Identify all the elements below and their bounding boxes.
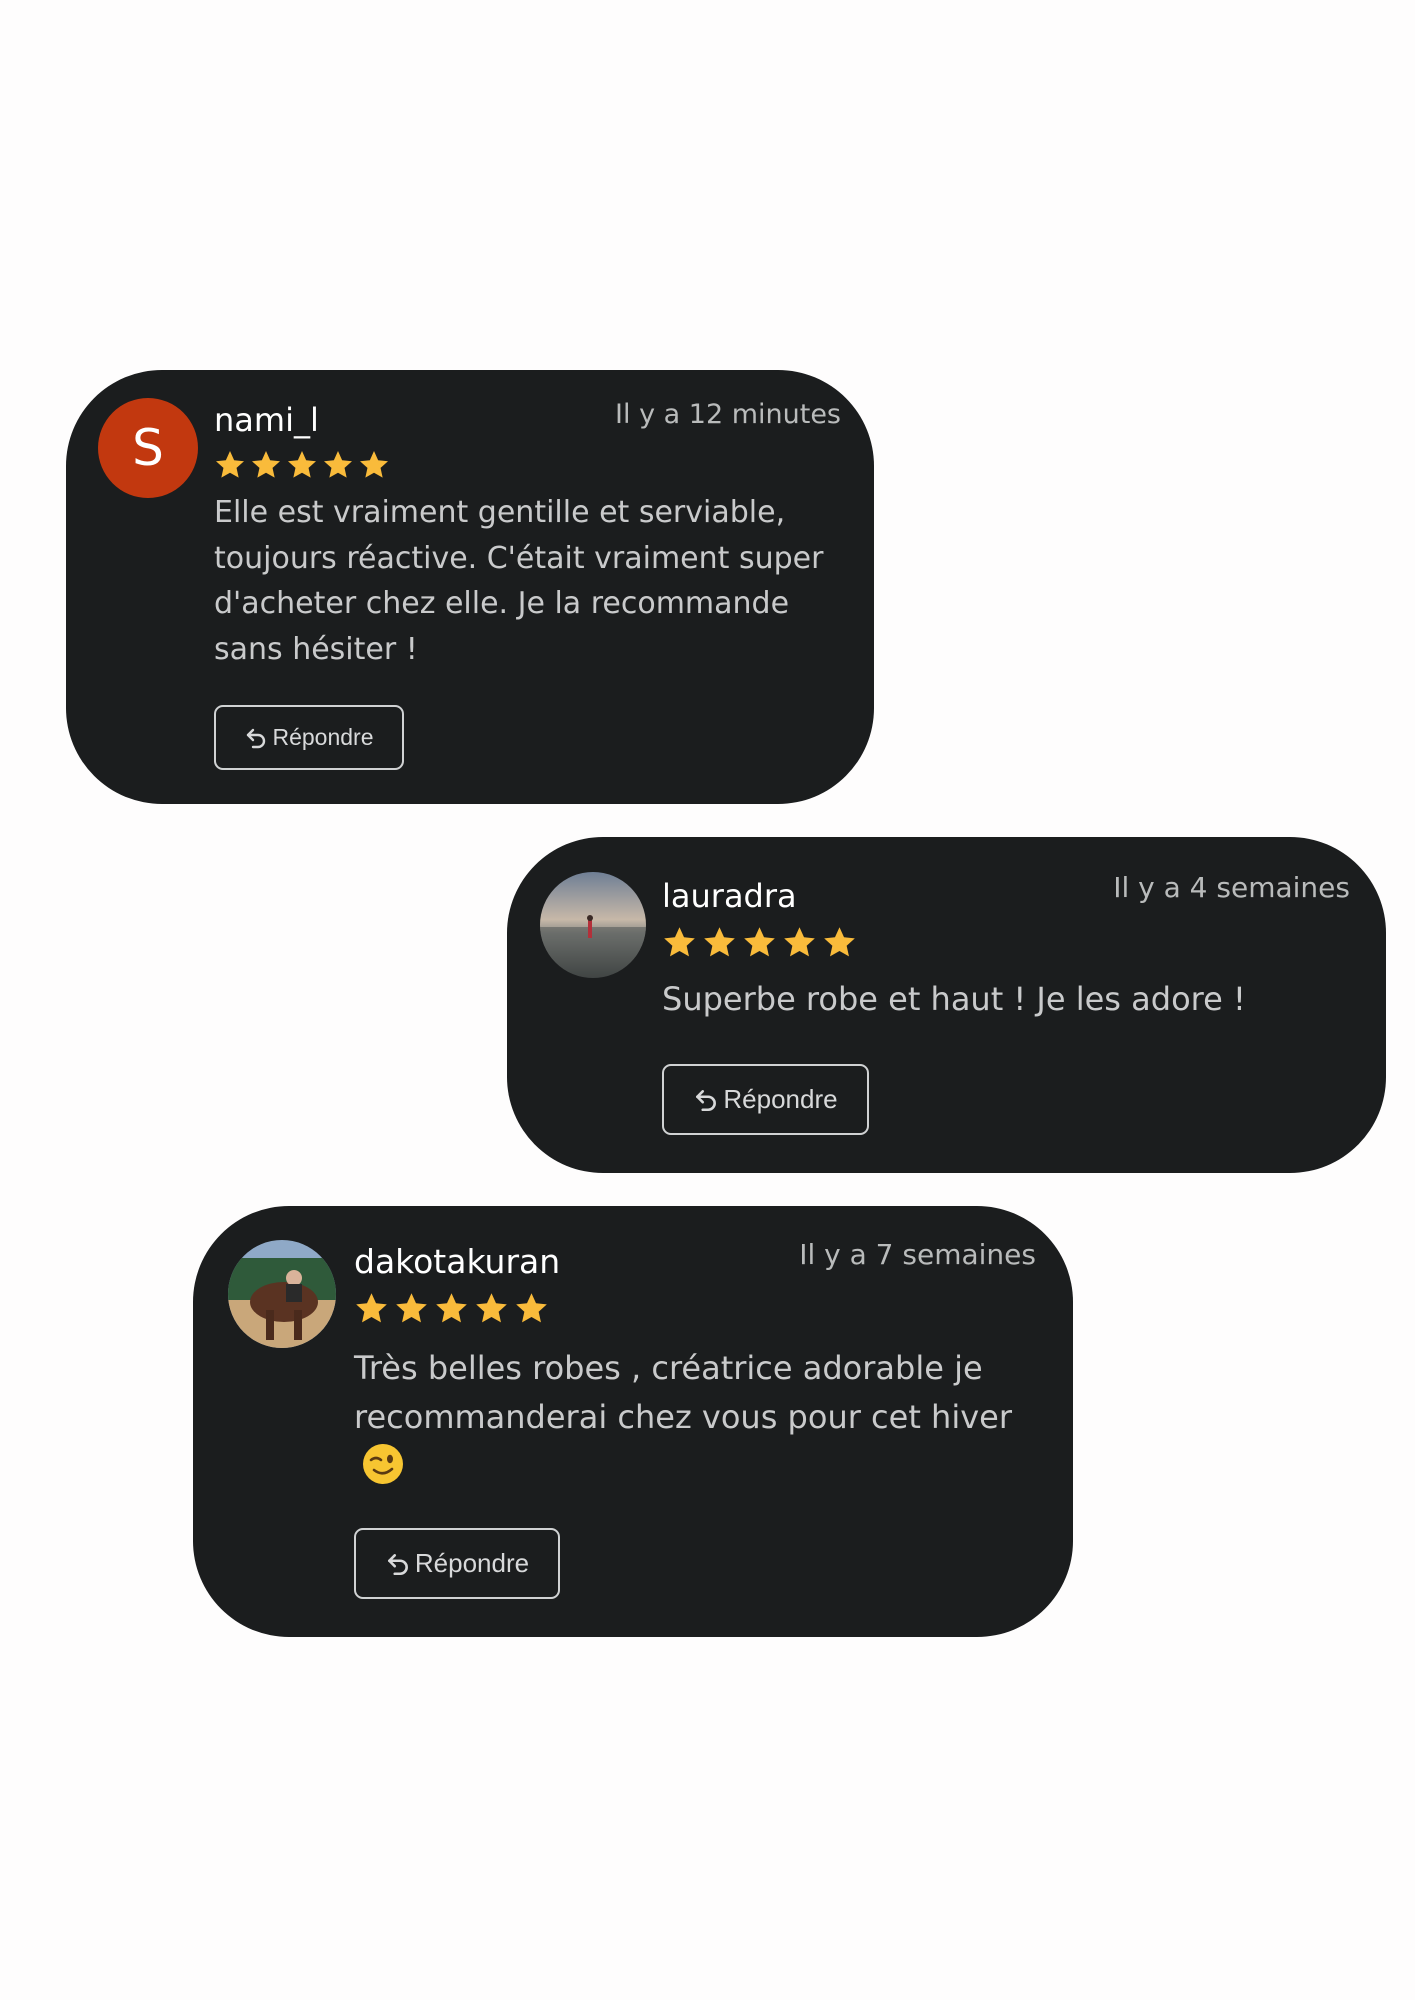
review-text: Très belles robes , créatrice adorable j… (354, 1344, 1024, 1491)
review-card: lauradra Il y a 4 semaines Superbe robe … (507, 837, 1386, 1173)
reply-arrow-icon (247, 728, 266, 748)
star-icon (396, 1293, 427, 1323)
reviewer-username[interactable]: dakotakuran (354, 1242, 560, 1282)
review-card: dakotakuran Il y a 7 semaines Très belle… (193, 1206, 1073, 1637)
avatar[interactable]: S (98, 398, 198, 498)
star-icon (360, 451, 388, 478)
avatar-photo (540, 872, 646, 978)
avatar-initial: S (132, 419, 164, 477)
avatar[interactable] (228, 1240, 336, 1348)
star-icon (324, 451, 352, 478)
star-icon (664, 927, 695, 957)
review-text: Superbe robe et haut ! Je les adore ! (662, 980, 1246, 1018)
star-rating (354, 1291, 549, 1326)
star-icon (216, 451, 244, 478)
star-icon (704, 927, 735, 957)
reply-button[interactable]: Répondre (662, 1064, 869, 1135)
review-timestamp: Il y a 7 semaines (799, 1238, 1036, 1271)
star-rating (662, 925, 857, 960)
star-icon (288, 451, 316, 478)
reply-button-label: Répondre (723, 1084, 838, 1114)
reply-button[interactable]: Répondre (354, 1528, 560, 1599)
review-timestamp: Il y a 12 minutes (615, 399, 841, 430)
review-timestamp: Il y a 4 semaines (1113, 871, 1350, 904)
star-icon (824, 927, 855, 957)
star-icon (784, 927, 815, 957)
review-text: Elle est vraiment gentille et serviable,… (214, 495, 824, 667)
star-rating (214, 449, 390, 481)
reply-arrow-icon (387, 1553, 408, 1575)
star-icon (252, 451, 280, 478)
star-icon (476, 1293, 507, 1323)
review-card: S nami_l Il y a 12 minutes Elle est vrai… (66, 370, 874, 804)
reply-button[interactable]: Répondre (214, 705, 404, 770)
avatar[interactable] (540, 872, 646, 978)
review-text-content: Très belles robes , créatrice adorable j… (354, 1349, 1012, 1436)
reply-button-label: Répondre (414, 1548, 530, 1578)
reply-button-label: Répondre (272, 724, 374, 750)
reviewer-username[interactable]: lauradra (662, 876, 797, 916)
reviewer-username[interactable]: nami_l (214, 400, 319, 440)
star-icon (356, 1293, 387, 1323)
winking-face-emoji (363, 1444, 403, 1484)
star-icon (436, 1293, 467, 1323)
reply-arrow-icon (696, 1089, 717, 1111)
avatar-photo (228, 1240, 336, 1348)
star-icon (744, 927, 775, 957)
star-icon (516, 1293, 547, 1323)
